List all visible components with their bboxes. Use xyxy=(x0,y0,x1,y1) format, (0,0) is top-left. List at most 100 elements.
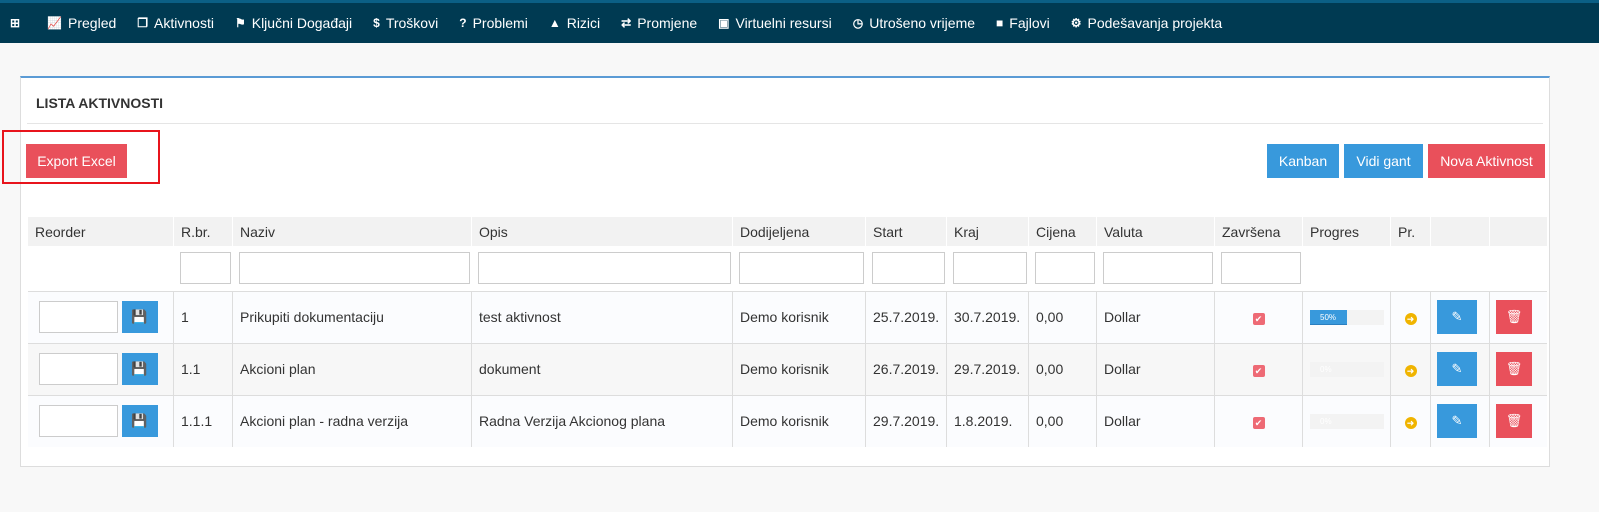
reorder-input[interactable] xyxy=(38,353,118,385)
progress-label: 0% xyxy=(1320,364,1332,374)
cell-rbr: 1.1 xyxy=(173,342,233,395)
save-icon: 💾 xyxy=(131,361,148,376)
cell-valuta: Dollar xyxy=(1096,342,1215,395)
edit-button[interactable]: ✎ xyxy=(1437,404,1477,439)
filter-zavrsena[interactable] xyxy=(1220,252,1301,285)
cell-start: 25.7.2019. xyxy=(865,290,947,343)
cell-valuta: Dollar xyxy=(1096,290,1215,343)
arrow-right-circle-icon[interactable]: ➜ xyxy=(1404,365,1417,377)
progress-label: 0% xyxy=(1320,416,1332,426)
cell-start: 29.7.2019. xyxy=(865,394,947,447)
nav-item-aktivnosti[interactable]: ❐ Aktivnosti xyxy=(137,15,214,31)
reorder-input[interactable] xyxy=(38,405,118,438)
reorder-input[interactable] xyxy=(38,301,118,333)
edit-button[interactable]: ✎ xyxy=(1437,300,1477,334)
cell-rbr: 1 xyxy=(173,290,233,343)
check-icon: ✔ xyxy=(1252,417,1265,430)
nav-label: Pregled xyxy=(68,15,117,31)
column-header xyxy=(1489,217,1547,246)
save-order-button[interactable]: 💾 xyxy=(121,353,158,385)
nav-label: Fajlovi xyxy=(1009,15,1050,31)
trash-icon: 🗑 xyxy=(1505,413,1523,429)
clock-icon: ◷ xyxy=(852,16,864,30)
nav-label: Troškovi xyxy=(385,15,439,31)
nav-label: Ključni Događaji xyxy=(251,15,353,31)
check-icon: ✔ xyxy=(1252,313,1265,325)
filter-kraj[interactable] xyxy=(952,252,1027,285)
save-icon: 💾 xyxy=(131,413,148,429)
cell-dodijeljena: Demo korisnik xyxy=(732,394,866,447)
column-header: Kraj xyxy=(946,217,1029,246)
filter-opis[interactable] xyxy=(477,252,731,285)
column-header: Valuta xyxy=(1096,217,1215,246)
delete-button[interactable]: 🗑 xyxy=(1496,300,1532,334)
column-header: Reorder xyxy=(27,217,174,246)
filter-cijena[interactable] xyxy=(1034,252,1095,285)
delete-button[interactable]: 🗑 xyxy=(1496,352,1532,386)
cell-valuta: Dollar xyxy=(1096,394,1215,447)
filter-row xyxy=(28,246,1547,291)
briefcase-icon: ▣ xyxy=(718,16,730,30)
folder-icon: ■ xyxy=(996,16,1004,30)
activity-list-panel: LISTA AKTIVNOSTI Export Excel Kanban Vid… xyxy=(2,76,1550,467)
new-activity-button[interactable]: Nova Aktivnost xyxy=(1428,144,1545,178)
filter-valuta[interactable] xyxy=(1102,252,1213,285)
cell-cijena: 0,00 xyxy=(1028,394,1097,447)
progress-bar: 0% xyxy=(1310,361,1384,377)
column-header: Cijena xyxy=(1028,217,1097,246)
activity-table: Reorder R.br. Naziv Opis Dodijeljena Start Kra… xyxy=(27,217,1547,447)
filter-start[interactable] xyxy=(871,252,945,285)
save-order-button[interactable]: 💾 xyxy=(121,301,158,333)
nav-item-utrošeno-vrijeme[interactable]: ◷ Utrošeno vrijeme xyxy=(853,15,975,31)
cell-cijena: 0,00 xyxy=(1028,342,1097,395)
trash-icon: 🗑 xyxy=(1505,361,1523,376)
nav-item-add[interactable]: ⊞ xyxy=(10,16,26,30)
check-icon: ✔ xyxy=(1252,365,1265,377)
nav-item-virtuelni-resursi[interactable]: ▣ Virtuelni resursi xyxy=(718,15,832,31)
edit-icon: ✎ xyxy=(1451,309,1463,324)
nav-item-rizici[interactable]: ▲ Rizici xyxy=(549,15,600,31)
nav-item-fajlovi[interactable]: ■ Fajlovi xyxy=(996,15,1050,31)
nav-label: Rizici xyxy=(566,15,601,31)
arrow-right-circle-icon[interactable]: ➜ xyxy=(1404,417,1417,430)
nav-label: Problemi xyxy=(472,15,528,31)
edit-button[interactable]: ✎ xyxy=(1437,352,1477,386)
kanban-button[interactable]: Kanban xyxy=(1267,144,1339,178)
line-chart-icon: 📈 xyxy=(47,16,63,30)
table-row: 💾 1.1 Akcioni plan dokument Demo korisni… xyxy=(27,342,1547,395)
column-header: Start xyxy=(865,217,947,246)
nav-item-troškovi[interactable]: $ Troškovi xyxy=(373,15,438,31)
cell-naziv: Akcioni plan xyxy=(232,342,472,395)
cell-dodijeljena: Demo korisnik xyxy=(732,342,866,395)
highlight-box xyxy=(2,130,160,184)
save-order-button[interactable]: 💾 xyxy=(121,405,158,438)
cell-opis: test aktivnost xyxy=(471,290,733,343)
nav-item-problemi[interactable]: ? Problemi xyxy=(459,15,528,31)
column-header xyxy=(1430,217,1490,246)
page-title: LISTA AKTIVNOSTI xyxy=(36,95,164,111)
gantt-button[interactable]: Vidi gant xyxy=(1344,144,1423,178)
nav-item-pregled[interactable]: 📈 Pregled xyxy=(47,15,116,31)
filter-rbr[interactable] xyxy=(179,252,231,285)
arrow-right-circle-icon[interactable]: ➜ xyxy=(1404,313,1417,325)
filter-dodijeljena[interactable] xyxy=(738,252,864,285)
cogs-icon: ⚙ xyxy=(1070,16,1082,30)
nav-label: Promjene xyxy=(637,15,698,31)
progress-label: 50% xyxy=(1320,312,1337,322)
cell-cijena: 0,00 xyxy=(1028,290,1097,343)
column-header: Progres xyxy=(1302,217,1391,246)
cell-kraj: 1.8.2019. xyxy=(946,394,1029,447)
column-header: Završena xyxy=(1214,217,1303,246)
filter-naziv[interactable] xyxy=(238,252,470,285)
dollar-icon: $ xyxy=(373,16,380,30)
nav-label: Aktivnosti xyxy=(154,15,214,31)
edit-icon: ✎ xyxy=(1451,361,1463,376)
nav-item-podešavanja-projekta[interactable]: ⚙ Podešavanja projekta xyxy=(1071,15,1222,31)
table-row: 💾 1 Prikupiti dokumentaciju test aktivno… xyxy=(27,290,1547,343)
nav-item-promjene[interactable]: ⇄ Promjene xyxy=(621,15,697,31)
nav-item-ključni-događaji[interactable]: ⚑ Ključni Događaji xyxy=(235,15,352,31)
edit-icon: ✎ xyxy=(1451,413,1463,429)
question-circle-icon: ? xyxy=(459,16,467,30)
flag-icon: ⚑ xyxy=(234,16,246,30)
delete-button[interactable]: 🗑 xyxy=(1496,404,1532,439)
